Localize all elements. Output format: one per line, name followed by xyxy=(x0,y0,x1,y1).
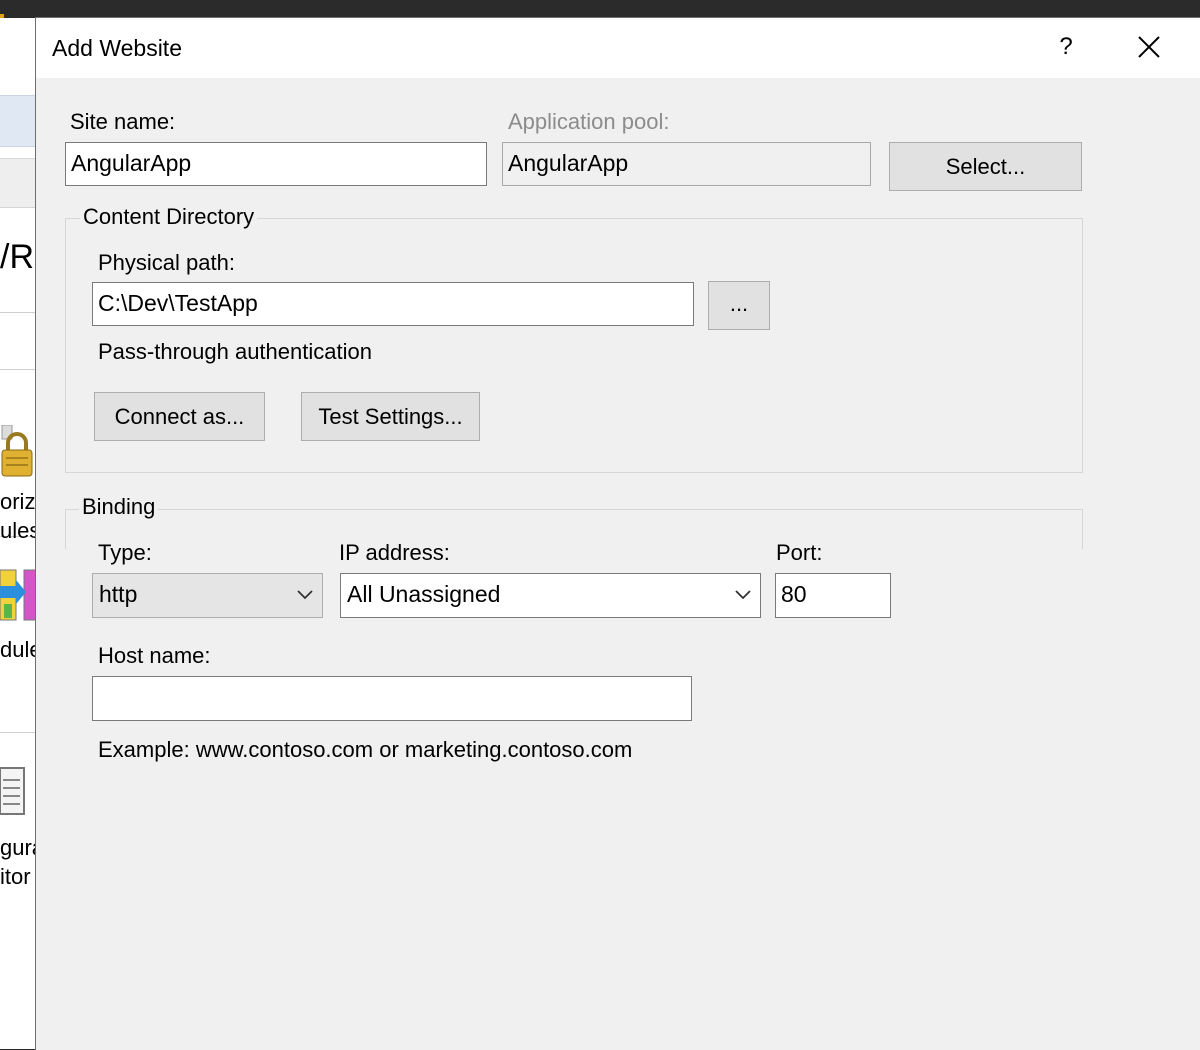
ip-address-label: IP address: xyxy=(339,540,450,565)
application-pool-label: Application pool: xyxy=(508,109,670,134)
type-dropdown[interactable]: http xyxy=(92,573,323,618)
dialog-title: Add Website xyxy=(52,35,182,61)
background-toolbar xyxy=(0,158,36,208)
host-name-example-text: Example: www.contoso.com or marketing.co… xyxy=(98,737,633,762)
browse-button[interactable]: ... xyxy=(708,281,770,330)
physical-path-label: Physical path: xyxy=(98,250,235,275)
pass-through-auth-label: Pass-through authentication xyxy=(98,339,372,364)
close-icon xyxy=(1138,36,1160,58)
binding-group xyxy=(65,509,1083,549)
background-divider xyxy=(0,732,36,733)
document-icon[interactable] xyxy=(0,766,26,816)
application-pool-field: AngularApp xyxy=(502,142,871,186)
modules-icon[interactable] xyxy=(0,568,36,622)
type-label: Type: xyxy=(98,540,152,565)
background-item-label: dule xyxy=(0,637,36,662)
ip-address-dropdown[interactable]: All Unassigned xyxy=(340,573,761,618)
dialog-titlebar: Add Website ? xyxy=(36,18,1200,78)
background-item-label: oriza xyxy=(0,489,36,514)
connect-as-button[interactable]: Connect as... xyxy=(94,392,265,441)
content-directory-title: Content Directory xyxy=(80,204,258,230)
background-filter-row xyxy=(0,312,36,370)
type-dropdown-value: http xyxy=(99,581,138,607)
close-button[interactable] xyxy=(1128,28,1170,68)
host-name-input[interactable] xyxy=(92,676,692,721)
background-address-bar xyxy=(0,95,36,147)
chevron-down-icon xyxy=(297,590,313,600)
test-settings-button[interactable]: Test Settings... xyxy=(301,392,480,441)
physical-path-input[interactable]: C:\Dev\TestApp xyxy=(92,282,694,326)
site-name-input[interactable]: AngularApp xyxy=(65,142,487,186)
port-label: Port: xyxy=(776,540,823,565)
lock-icon[interactable] xyxy=(0,425,34,479)
ip-address-dropdown-value: All Unassigned xyxy=(347,581,501,607)
question-mark-icon: ? xyxy=(1059,33,1073,60)
background-item-label: ules xyxy=(0,518,36,543)
port-input[interactable]: 80 xyxy=(775,573,891,618)
site-name-label: Site name: xyxy=(70,109,176,134)
background-item-label: gura xyxy=(0,835,36,860)
host-name-label: Host name: xyxy=(98,643,211,668)
help-button[interactable]: ? xyxy=(1046,28,1086,68)
chevron-down-icon xyxy=(735,590,751,600)
binding-title: Binding xyxy=(79,494,159,520)
add-website-dialog: Add Website ? Site name: AngularApp Appl… xyxy=(35,17,1200,1050)
background-page-heading: /R xyxy=(0,238,34,276)
select-app-pool-button[interactable]: Select... xyxy=(889,142,1082,191)
background-item-label: itor xyxy=(0,864,31,889)
